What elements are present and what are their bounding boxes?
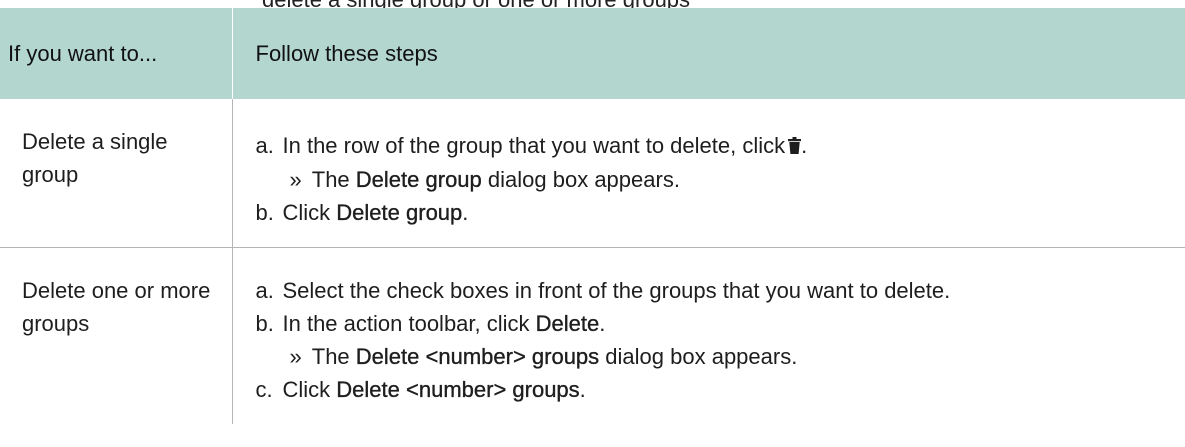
header-follow-these-steps: Follow these steps: [232, 8, 1185, 99]
step-marker: b.: [255, 311, 274, 336]
trash-icon: [788, 130, 802, 163]
steps-cell: a. Select the check boxes in front of th…: [232, 248, 1185, 425]
step-b: b. In the action toolbar, click Delete.: [256, 307, 1185, 340]
table-row: Delete a single group a. In the row of t…: [0, 99, 1185, 248]
result-suffix: dialog box appears.: [605, 344, 798, 369]
result-marker: »: [289, 344, 302, 369]
header-if-you-want-to: If you want to...: [0, 8, 233, 99]
step-text: Click: [282, 377, 331, 402]
step-suffix: .: [462, 200, 469, 225]
action-cell-delete-one-or-more-groups: Delete one or more groups: [0, 247, 233, 424]
step-a: a. Select the check boxes in front of th…: [256, 274, 1185, 307]
step-text: Click: [282, 200, 331, 225]
result-prefix: The: [311, 167, 350, 192]
table-header-row: If you want to... Follow these steps: [0, 8, 1185, 99]
step-suffix: .: [801, 133, 808, 158]
step-suffix: .: [599, 311, 606, 336]
step-marker: b.: [255, 200, 274, 225]
cropped-top-text-strip: delete a single group or one or more gro…: [0, 0, 1185, 8]
ui-term: Delete group: [355, 167, 482, 192]
steps-cell: a. In the row of the group that you want…: [232, 99, 1185, 248]
result-prefix: The: [311, 344, 350, 369]
step-marker: a.: [255, 278, 274, 303]
ui-term: Delete: [535, 311, 600, 336]
ui-term: Delete <number> groups: [336, 377, 580, 402]
step-text: In the action toolbar, click: [282, 311, 530, 336]
table-row: Delete one or more groups a. Select the …: [0, 247, 1185, 425]
step-result: » The Delete group dialog box appears.: [256, 163, 1185, 196]
step-b: b. Click Delete group.: [256, 196, 1185, 229]
result-marker: »: [289, 167, 302, 192]
step-c: c. Click Delete <number> groups.: [256, 373, 1185, 406]
step-text: Select the check boxes in front of the g…: [282, 278, 951, 303]
step-marker: c.: [255, 377, 273, 402]
cropped-heading-text: delete a single group or one or more gro…: [262, 0, 690, 8]
delete-group-steps-table: If you want to... Follow these steps Del…: [0, 8, 1185, 424]
result-suffix: dialog box appears.: [487, 167, 680, 192]
step-marker: a.: [255, 133, 274, 158]
step-suffix: .: [579, 377, 586, 402]
ui-term: Delete <number> groups: [355, 344, 600, 369]
step-result: » The Delete <number> groups dialog box a…: [256, 340, 1185, 373]
step-text: In the row of the group that you want to…: [282, 133, 786, 158]
ui-term: Delete group: [336, 200, 463, 225]
action-cell-delete-single-group: Delete a single group: [0, 99, 233, 248]
step-a: a. In the row of the group that you want…: [256, 129, 1185, 163]
